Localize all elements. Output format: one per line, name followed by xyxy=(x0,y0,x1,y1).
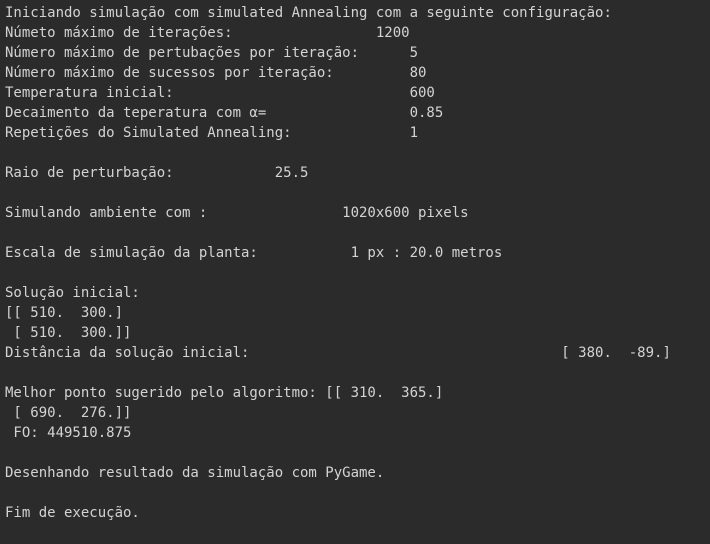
terminal-line-end: Fim de execução. xyxy=(5,505,140,521)
terminal-line-perturbation-radius: Raio de perturbação: 25.5 xyxy=(5,165,309,181)
terminal-line-drawing-result: Desenhando resultado da simulação com Py… xyxy=(5,465,385,481)
terminal-line-best-point-row-1: Melhor ponto sugerido pelo algoritmo: [[… xyxy=(5,385,444,401)
terminal-output[interactable]: Iniciando simulação com simulated Anneal… xyxy=(0,0,710,544)
terminal-line-repetitions: Repetições do Simulated Annealing: 1 xyxy=(5,125,419,141)
terminal-line-initial-solution-label: Solução inicial: xyxy=(5,285,140,301)
terminal-line-initial-solution-row-2: [ 510. 300.]] xyxy=(5,325,132,341)
terminal-line-initial-temperature: Temperatura inicial: 600 xyxy=(5,85,435,101)
terminal-line-max-perturbations: Número máximo de pertubações por iteraçã… xyxy=(5,45,419,61)
terminal-line-environment: Simulando ambiente com : 1020x600 pixels xyxy=(5,205,469,221)
terminal-line-header: Iniciando simulação com simulated Anneal… xyxy=(5,5,612,21)
terminal-line-scale: Escala de simulação da planta: 1 px : 20… xyxy=(5,245,503,261)
terminal-line-initial-solution-row-1: [[ 510. 300.] xyxy=(5,305,124,321)
terminal-line-max-successes: Número máximo de sucessos por iteração: … xyxy=(5,65,427,81)
terminal-line-initial-distance: Distância da solução inicial: [ 380. -89… xyxy=(5,345,671,361)
terminal-line-objective-function: FO: 449510.875 xyxy=(5,425,132,441)
terminal-line-best-point-row-2: [ 690. 276.]] xyxy=(5,405,132,421)
terminal-line-max-iterations: Númeto máximo de iterações: 1200 xyxy=(5,25,410,41)
terminal-line-temperature-decay: Decaimento da teperatura com α= 0.85 xyxy=(5,105,444,121)
